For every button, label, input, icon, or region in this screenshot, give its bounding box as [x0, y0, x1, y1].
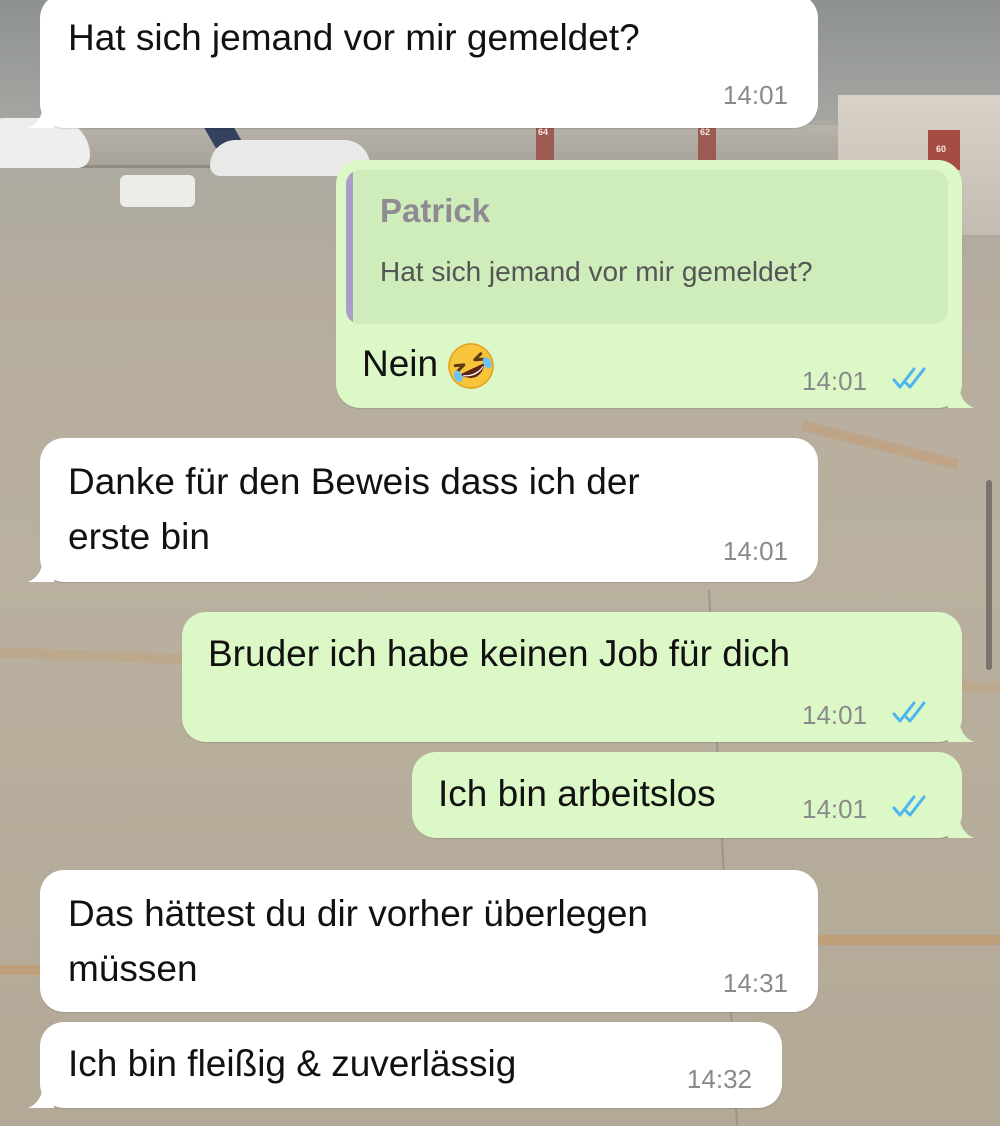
wallpaper-gate: 64 — [536, 125, 554, 161]
bubble-tail — [28, 1082, 54, 1108]
message-bubble-incoming[interactable]: Das hättest du dir vorher überlegen müss… — [40, 870, 818, 1012]
wallpaper-tarmac-line — [801, 420, 959, 470]
reply-quote-text: Hat sich jemand vor mir gemeldet? — [380, 256, 813, 287]
message-time: 14:01 — [802, 700, 868, 730]
message-text: Hat sich jemand vor mir gemeldet? — [68, 17, 640, 58]
message-text: Das hättest du dir vorher überlegen müss… — [68, 893, 649, 989]
message-time: 14:01 — [722, 80, 788, 110]
wallpaper-gate: 62 — [698, 125, 716, 161]
message-text: Ich bin fleißig & zuverlässig — [68, 1043, 517, 1084]
message-text: Danke für den Beweis dass ich der erste … — [68, 461, 640, 557]
message-bubble-outgoing[interactable]: Patrick Hat sich jemand vor mir gemeldet… — [336, 160, 974, 408]
scrollbar[interactable] — [986, 480, 992, 670]
message-time: 14:32 — [686, 1064, 752, 1094]
message-time: 14:01 — [722, 536, 788, 566]
read-receipt-icon — [892, 701, 926, 723]
bubble-tail — [28, 556, 54, 582]
reply-quote-sender: Patrick — [380, 192, 491, 229]
message-bubble-incoming[interactable]: Ich bin fleißig & zuverlässig 14:32 — [28, 1022, 782, 1108]
message-time: 14:01 — [802, 794, 868, 824]
message-text: Ich bin arbeitslos — [438, 773, 716, 814]
read-receipt-icon — [892, 795, 926, 817]
message-text: Bruder ich habe keinen Job für dich — [208, 633, 791, 674]
message-bubble-incoming[interactable]: Hat sich jemand vor mir gemeldet? 14:01 — [28, 0, 818, 128]
wallpaper-tug — [120, 175, 195, 207]
bubble-tail — [948, 382, 974, 408]
message-text: Nein — [362, 336, 496, 391]
message-bubble-outgoing[interactable]: Bruder ich habe keinen Job für dich 14:0… — [182, 612, 974, 742]
rolling-on-the-floor-laughing-emoji — [448, 343, 494, 389]
message-time: 14:31 — [722, 968, 788, 998]
bubble-tail — [948, 812, 974, 838]
message-bubble-incoming[interactable]: Danke für den Beweis dass ich der erste … — [28, 438, 818, 582]
message-time: 14:01 — [802, 366, 868, 396]
read-receipt-icon — [892, 367, 926, 389]
bubble-tail — [28, 102, 54, 128]
reply-quote-bar — [346, 170, 353, 324]
message-bubble-outgoing[interactable]: Ich bin arbeitslos 14:01 — [412, 752, 974, 838]
reply-quote[interactable]: Patrick Hat sich jemand vor mir gemeldet… — [346, 170, 948, 324]
bubble-tail — [948, 716, 974, 742]
